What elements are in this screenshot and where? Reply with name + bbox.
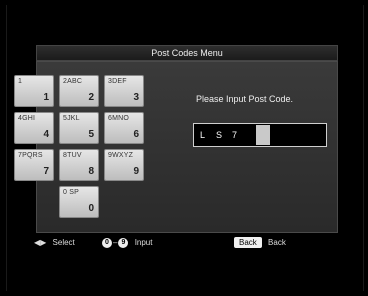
back-hint[interactable]: Back Back xyxy=(234,236,286,250)
key-8[interactable]: 8TUV 8 xyxy=(59,149,99,181)
select-hint: ◀▶ Select xyxy=(34,238,75,247)
footer-hints: ◀▶ Select 0–9 Input Back Back xyxy=(34,236,338,250)
input-prompt: Please Input Post Code. xyxy=(196,94,294,104)
key-7[interactable]: 7PQRS 7 xyxy=(14,149,54,181)
key-1[interactable]: 1 1 xyxy=(14,75,54,107)
left-right-arrows-icon: ◀▶ xyxy=(34,238,47,247)
key-4[interactable]: 4GHI 4 xyxy=(14,112,54,144)
back-button[interactable]: Back xyxy=(234,237,262,249)
key-3[interactable]: 3DEF 3 xyxy=(104,75,144,107)
postcode-input[interactable]: LS7 xyxy=(193,123,327,147)
menu-title: Post Codes Menu xyxy=(36,45,338,61)
key-9[interactable]: 9WXYZ 9 xyxy=(104,149,144,181)
input-cursor xyxy=(256,125,270,145)
key-2[interactable]: 2ABC 2 xyxy=(59,75,99,107)
zero-button-icon: 0 xyxy=(102,237,112,248)
key-0[interactable]: 0 SP 0 xyxy=(59,186,99,218)
input-hint: 0–9 Input xyxy=(102,236,152,250)
key-6[interactable]: 6MNO 6 xyxy=(104,112,144,144)
postcode-entered-chars: LS7 xyxy=(200,130,238,140)
nine-button-icon: 9 xyxy=(118,237,129,248)
key-5[interactable]: 5JKL 5 xyxy=(59,112,99,144)
keypad: 1 1 2ABC 2 3DEF 3 4GHI 4 5JKL 5 6MNO 6 7… xyxy=(14,75,150,223)
